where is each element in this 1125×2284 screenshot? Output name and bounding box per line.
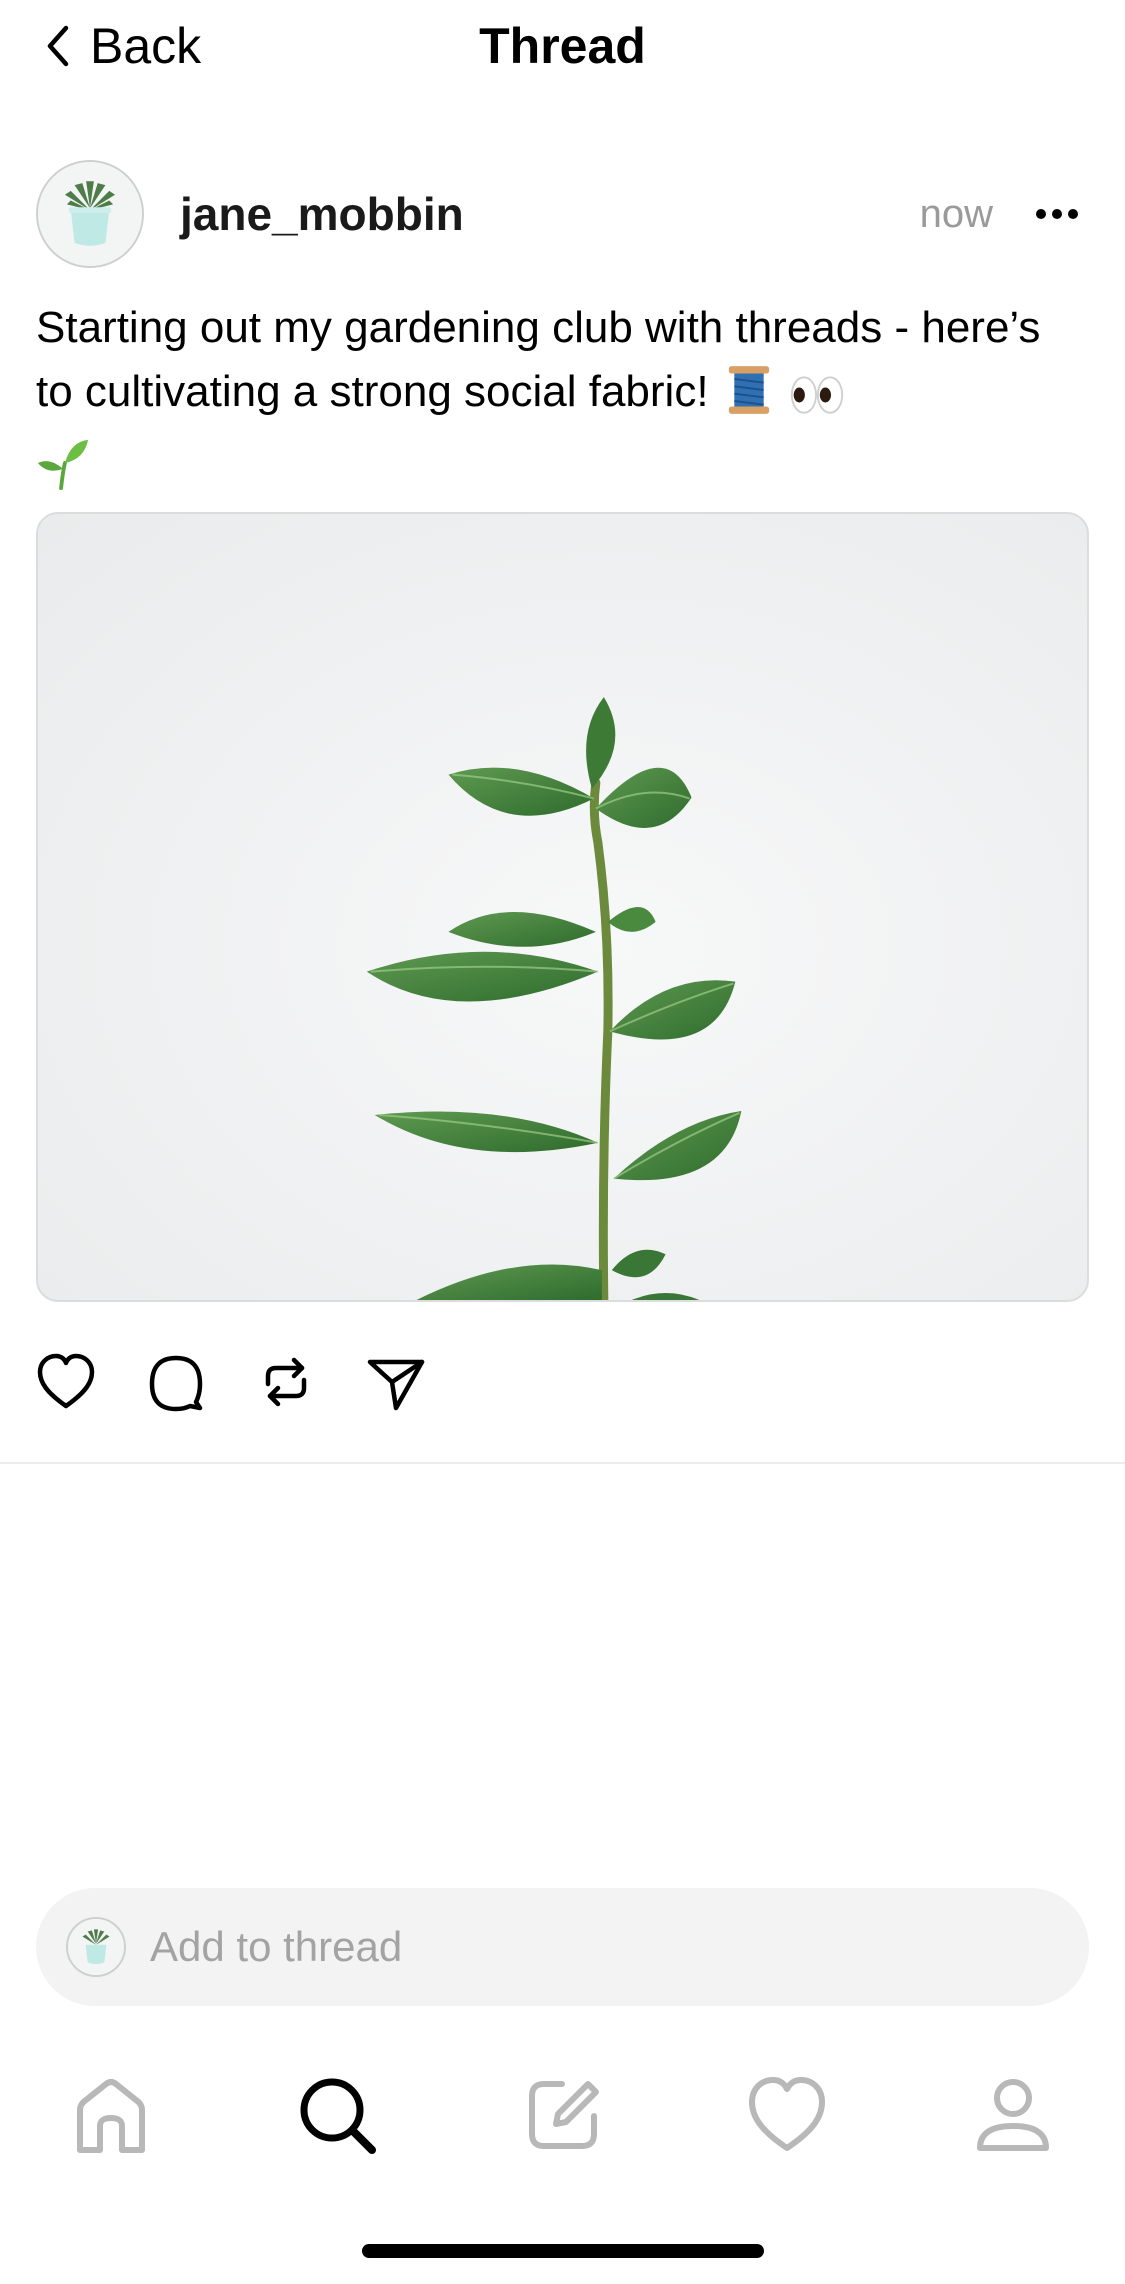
comment-icon xyxy=(149,1355,203,1412)
page-title: Thread xyxy=(479,18,646,74)
more-options-button[interactable] xyxy=(1033,194,1081,234)
thread-screen: Back Thread jane_mobbin now Starting out… xyxy=(0,0,1125,2284)
username[interactable]: jane_mobbin xyxy=(180,160,464,268)
repost-button[interactable] xyxy=(256,1350,316,1414)
ellipsis-icon xyxy=(1036,209,1078,219)
divider xyxy=(0,1462,1125,1464)
like-button[interactable] xyxy=(36,1350,96,1414)
composer-avatar xyxy=(66,1917,126,1977)
post-header: jane_mobbin now xyxy=(36,160,1089,268)
nav-activity[interactable] xyxy=(742,2070,832,2160)
nav-search[interactable] xyxy=(292,2070,382,2160)
share-button[interactable] xyxy=(366,1350,426,1414)
home-icon xyxy=(77,2079,145,2153)
search-icon xyxy=(300,2078,376,2154)
seedling-icon xyxy=(36,436,90,508)
bottom-nav xyxy=(0,2060,1125,2160)
home-indicator xyxy=(362,2244,764,2258)
succulent-avatar-icon xyxy=(38,162,142,266)
repost-icon xyxy=(265,1357,307,1407)
timestamp: now xyxy=(919,192,993,236)
post-text: Starting out my gardening club with thre… xyxy=(36,296,1076,508)
add-to-thread-input[interactable] xyxy=(150,1912,1050,1982)
rubber-plant-photo xyxy=(366,697,742,1300)
avatar[interactable] xyxy=(36,160,144,268)
reply-composer[interactable] xyxy=(36,1888,1089,2006)
post-image[interactable] xyxy=(36,512,1089,1302)
profile-icon xyxy=(977,2079,1049,2151)
share-icon xyxy=(367,1359,425,1411)
post-actions xyxy=(36,1350,426,1420)
succulent-avatar-icon xyxy=(68,1919,124,1975)
compose-icon xyxy=(529,2081,599,2149)
nav-profile[interactable] xyxy=(968,2070,1058,2160)
post-body: Starting out my gardening club with thre… xyxy=(36,303,1041,416)
nav-home[interactable] xyxy=(66,2070,156,2160)
spool-of-thread-icon xyxy=(727,364,771,434)
eyes-icon xyxy=(789,370,845,434)
comment-button[interactable] xyxy=(146,1350,206,1414)
activity-icon xyxy=(749,2077,825,2151)
top-bar: Back Thread xyxy=(0,0,1125,92)
heart-icon xyxy=(37,1353,95,1409)
nav-compose[interactable] xyxy=(518,2070,608,2160)
